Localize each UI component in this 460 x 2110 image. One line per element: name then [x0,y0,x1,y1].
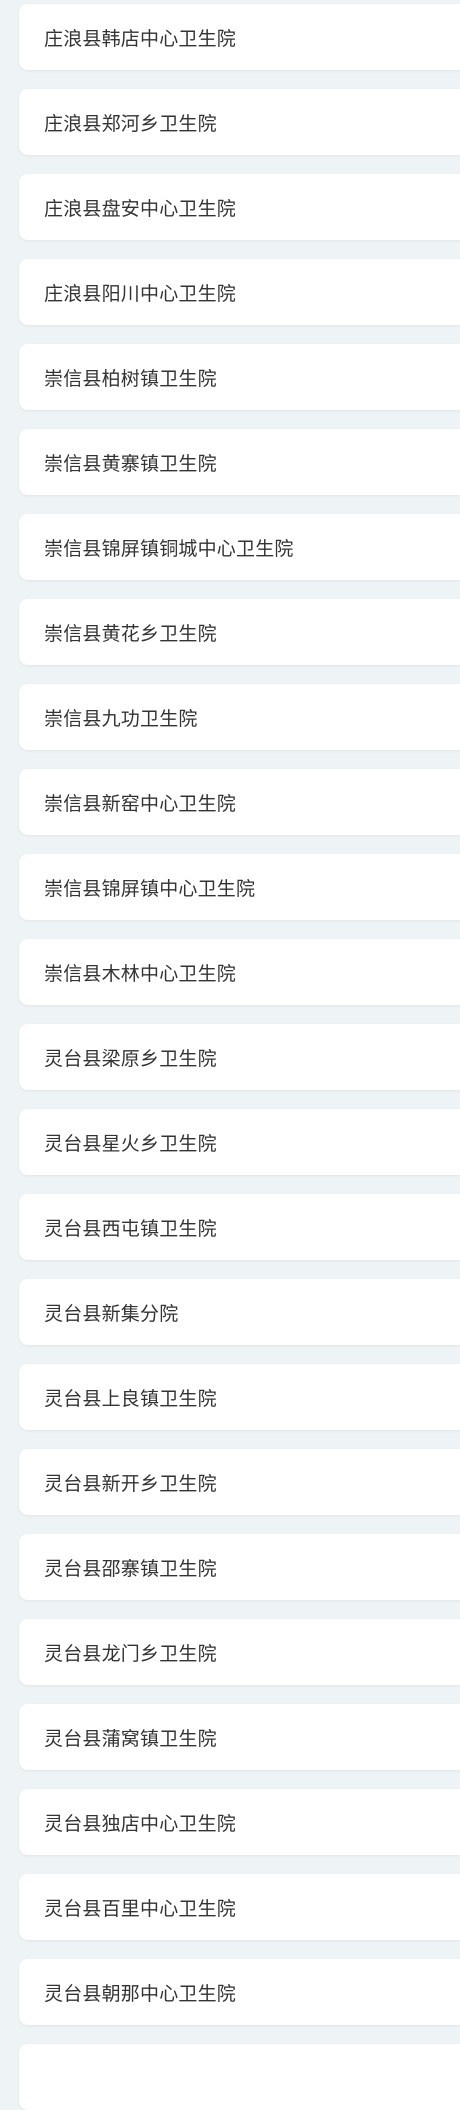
list-item[interactable]: 崇信县黄花乡卫生院 [19,599,460,665]
list-item-label: 灵台县朝那中心卫生院 [44,1982,237,2005]
list-item-label: 灵台县独店中心卫生院 [44,1812,237,1835]
list-item-label: 灵台县新集分院 [44,1302,179,1325]
hospital-list: 庄浪县韩店中心卫生院 庄浪县郑河乡卫生院 庄浪县盘安中心卫生院 庄浪县阳川中心卫… [0,0,460,2110]
list-item[interactable]: 灵台县百里中心卫生院 [19,1874,460,1940]
list-item[interactable]: 灵台县龙门乡卫生院 [19,1619,460,1685]
list-item-label: 庄浪县韩店中心卫生院 [44,27,237,50]
list-item-label: 崇信县黄花乡卫生院 [44,622,217,645]
list-item[interactable]: 灵台县朝那中心卫生院 [19,1959,460,2025]
list-item-label: 灵台县蒲窝镇卫生院 [44,1727,217,1750]
list-item-label: 灵台县上良镇卫生院 [44,1387,217,1410]
list-item-label: 崇信县锦屏镇铜城中心卫生院 [44,537,294,560]
list-item-label: 灵台县邵寨镇卫生院 [44,1557,217,1580]
list-item-label: 崇信县锦屏镇中心卫生院 [44,877,256,900]
list-item-label: 崇信县木林中心卫生院 [44,962,237,985]
list-item-label: 灵台县龙门乡卫生院 [44,1642,217,1665]
list-item-label: 崇信县九功卫生院 [44,707,198,730]
list-item-label: 庄浪县阳川中心卫生院 [44,282,237,305]
list-item[interactable]: 灵台县星火乡卫生院 [19,1109,460,1175]
list-item[interactable]: 崇信县九功卫生院 [19,684,460,750]
list-item[interactable]: 灵台县独店中心卫生院 [19,1789,460,1855]
list-item[interactable]: 灵台县梁原乡卫生院 [19,1024,460,1090]
list-item[interactable]: 崇信县锦屏镇铜城中心卫生院 [19,514,460,580]
list-item-label: 庄浪县郑河乡卫生院 [44,112,217,135]
list-item[interactable]: 崇信县柏树镇卫生院 [19,344,460,410]
list-item-label: 灵台县百里中心卫生院 [44,1897,237,1920]
list-item[interactable]: 灵台县新集分院 [19,1279,460,1345]
list-item[interactable]: 崇信县新窑中心卫生院 [19,769,460,835]
list-item-label: 灵台县梁原乡卫生院 [44,1047,217,1070]
list-item-label: 崇信县柏树镇卫生院 [44,367,217,390]
list-item[interactable]: 灵台县新开乡卫生院 [19,1449,460,1515]
list-item[interactable]: 庄浪县阳川中心卫生院 [19,259,460,325]
list-item[interactable]: 庄浪县韩店中心卫生院 [19,4,460,70]
list-item[interactable]: 崇信县木林中心卫生院 [19,939,460,1005]
list-item-label: 灵台县西屯镇卫生院 [44,1217,217,1240]
list-item-label: 崇信县新窑中心卫生院 [44,792,237,815]
list-item-label: 灵台县星火乡卫生院 [44,1132,217,1155]
list-item[interactable] [19,2044,460,2110]
list-item-label: 庄浪县盘安中心卫生院 [44,197,237,220]
list-item[interactable]: 灵台县西屯镇卫生院 [19,1194,460,1260]
list-item[interactable]: 灵台县蒲窝镇卫生院 [19,1704,460,1770]
list-item[interactable]: 灵台县邵寨镇卫生院 [19,1534,460,1600]
list-item-label: 灵台县新开乡卫生院 [44,1472,217,1495]
list-item[interactable]: 庄浪县盘安中心卫生院 [19,174,460,240]
list-item[interactable]: 灵台县上良镇卫生院 [19,1364,460,1430]
list-item-label: 崇信县黄寨镇卫生院 [44,452,217,475]
list-item[interactable]: 崇信县锦屏镇中心卫生院 [19,854,460,920]
list-item[interactable]: 庄浪县郑河乡卫生院 [19,89,460,155]
list-item[interactable]: 崇信县黄寨镇卫生院 [19,429,460,495]
